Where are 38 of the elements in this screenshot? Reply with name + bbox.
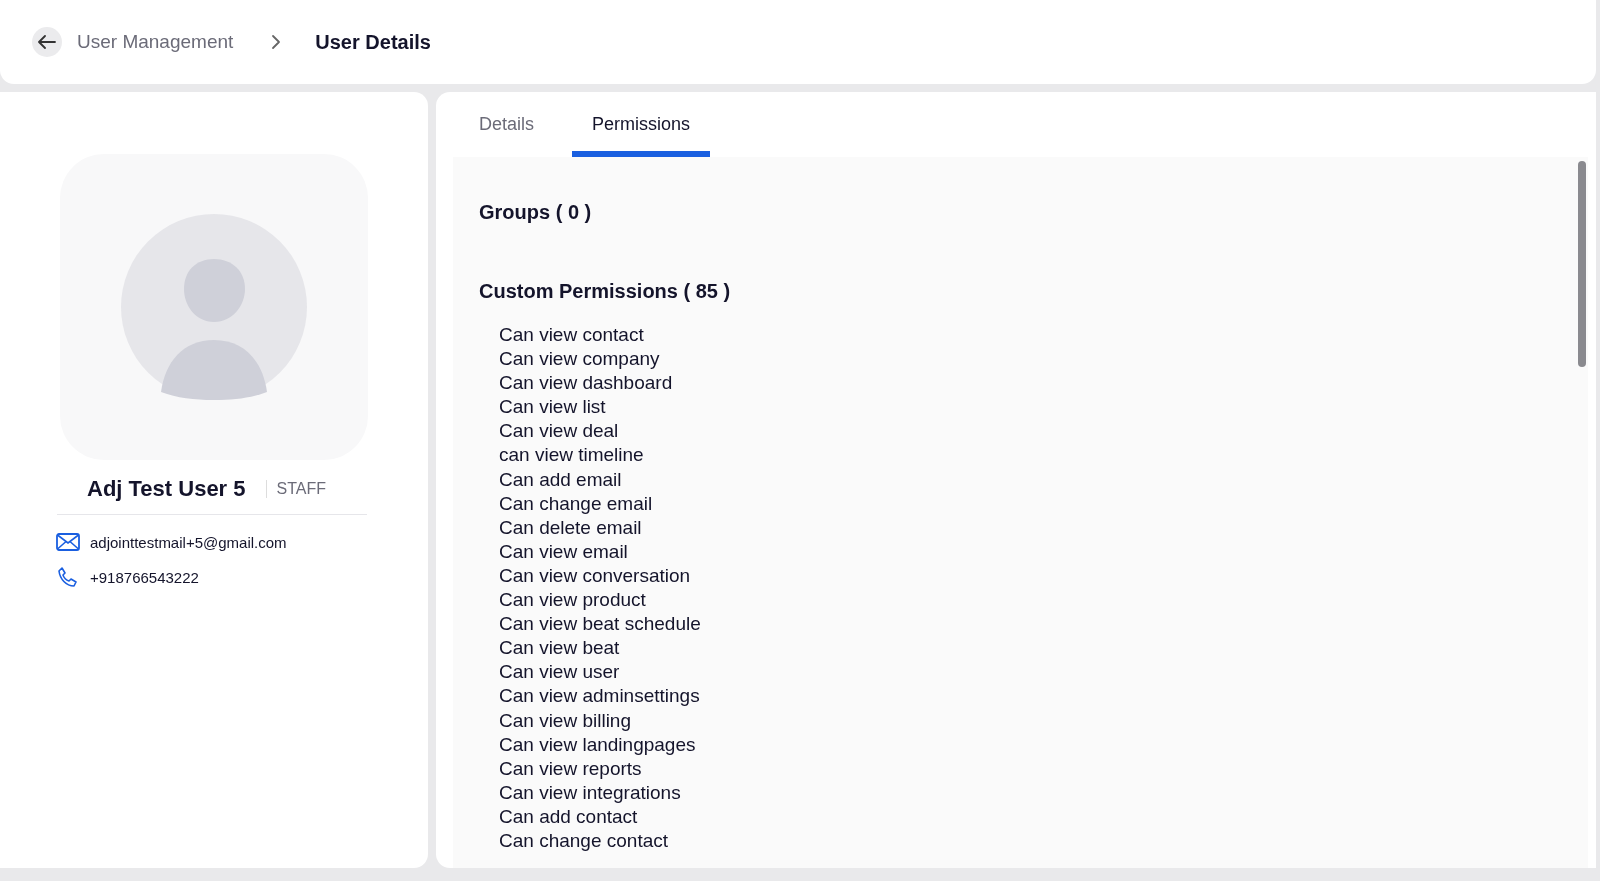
- avatar-icon: [121, 214, 307, 400]
- permission-item: Can view deal: [499, 419, 619, 444]
- permission-item: Can view company: [499, 347, 660, 372]
- permission-item: Can view product: [499, 588, 646, 613]
- permission-item: Can add contact: [499, 804, 638, 829]
- permission-item: can view timeline: [499, 443, 644, 468]
- permission-item: Can view dashboard: [499, 371, 673, 396]
- permission-item: Can view contact: [499, 323, 644, 347]
- page-title: User Details: [315, 30, 431, 54]
- permission-item: Can view landingpages: [499, 732, 696, 757]
- mail-icon: [56, 533, 80, 551]
- permission-item: Can view email: [499, 539, 628, 564]
- back-arrow-icon: [38, 35, 56, 49]
- permission-item: Can change email: [499, 491, 653, 516]
- user-role: STAFF: [265, 480, 327, 498]
- back-button[interactable]: [32, 27, 62, 57]
- permission-item: Can delete email: [499, 515, 642, 540]
- tab[interactable]: Details: [459, 92, 555, 157]
- permission-item: Can view adminsettings: [499, 684, 700, 709]
- scrollbar-thumb[interactable]: [1578, 161, 1586, 367]
- user-name: Adj Test User 5: [87, 476, 246, 502]
- chevron-right-icon: [271, 34, 282, 50]
- phone-text: +918766543222: [90, 568, 199, 586]
- permission-item: Can view beat: [499, 636, 620, 661]
- permission-item: Can view integrations: [499, 780, 681, 805]
- groups-heading: Groups ( 0 ): [479, 201, 593, 224]
- permission-item: Can view user: [499, 660, 620, 685]
- permission-item: Can view list: [499, 395, 606, 420]
- permission-item: Can view conversation: [499, 563, 691, 588]
- custom-permissions-heading: Custom Permissions ( 85 ): [479, 280, 732, 303]
- phone-icon: [56, 567, 80, 587]
- permission-item: Can view reports: [499, 756, 642, 781]
- permission-item: Can view billing: [499, 708, 631, 733]
- permission-item: Can view beat schedule: [499, 612, 701, 637]
- breadcrumb-link[interactable]: User Management: [77, 31, 234, 53]
- permission-item: Can change contact: [499, 828, 668, 853]
- email-text: adjointtestmail+5@gmail.com: [90, 533, 287, 551]
- permission-item: Can add email: [499, 467, 622, 492]
